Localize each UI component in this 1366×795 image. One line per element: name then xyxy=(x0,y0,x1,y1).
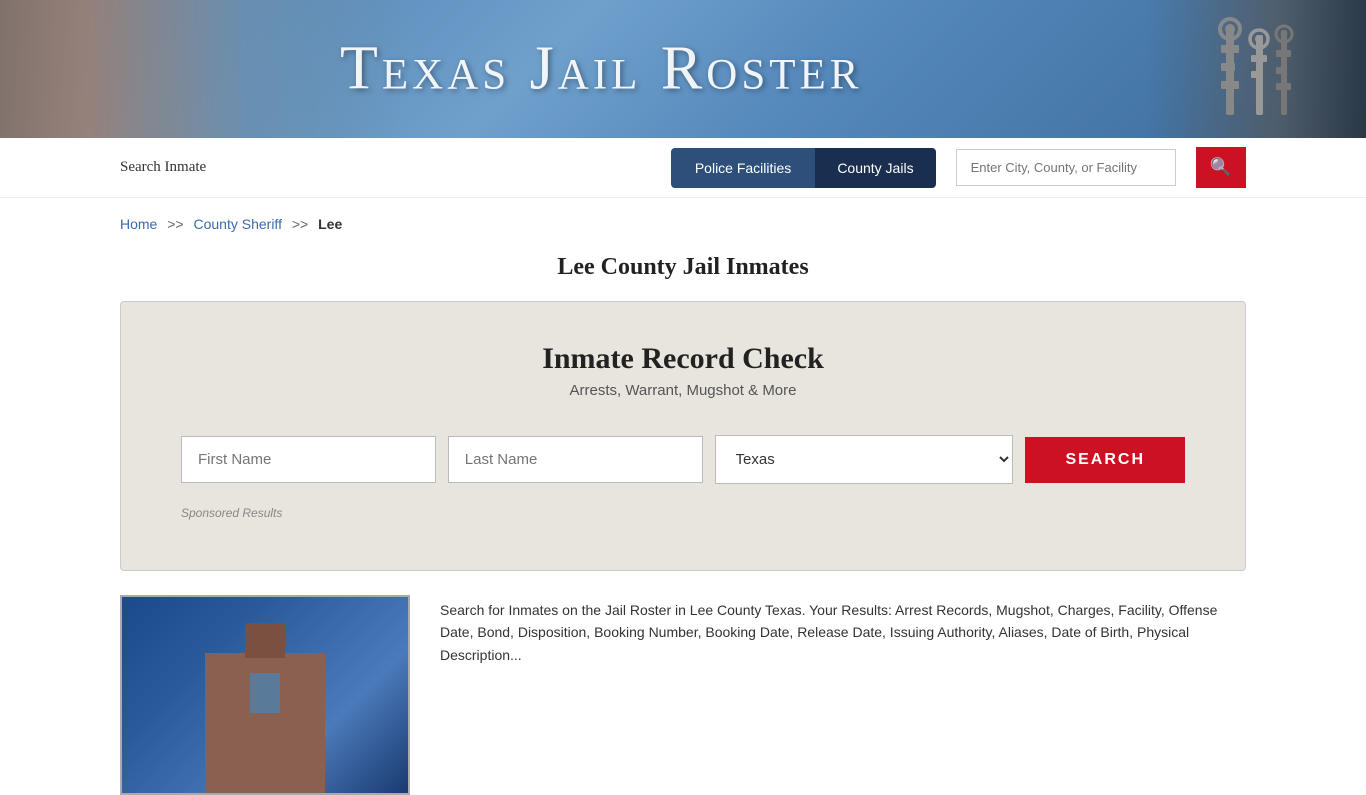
breadcrumb-county-sheriff[interactable]: County Sheriff xyxy=(194,216,282,232)
keys-visual xyxy=(1156,10,1356,130)
site-title: Texas Jail Roster xyxy=(340,34,862,105)
facility-search-button[interactable]: 🔍 xyxy=(1196,147,1246,188)
breadcrumb-sep1: >> xyxy=(167,216,183,232)
nav-buttons: Police Facilities County Jails xyxy=(671,148,936,188)
page-title: Lee County Jail Inmates xyxy=(0,254,1366,281)
last-name-input[interactable] xyxy=(448,436,703,483)
bottom-section: Search for Inmates on the Jail Roster in… xyxy=(120,595,1246,795)
first-name-input[interactable] xyxy=(181,436,436,483)
breadcrumb-current: Lee xyxy=(318,216,342,232)
state-select[interactable]: AlabamaAlaskaArizonaArkansasCaliforniaCo… xyxy=(715,435,1014,484)
navbar: Search Inmate Police Facilities County J… xyxy=(0,138,1366,198)
nav-search-inmate-label: Search Inmate xyxy=(120,159,206,176)
irc-form-row: AlabamaAlaskaArizonaArkansasCaliforniaCo… xyxy=(181,435,1185,484)
inmate-record-box: Inmate Record Check Arrests, Warrant, Mu… xyxy=(120,301,1246,571)
police-facilities-button[interactable]: Police Facilities xyxy=(671,148,815,188)
keys-icon xyxy=(1166,15,1346,125)
breadcrumb-sep2: >> xyxy=(292,216,308,232)
facility-search-input[interactable] xyxy=(956,149,1176,186)
bottom-description: Search for Inmates on the Jail Roster in… xyxy=(440,595,1246,666)
header-banner: Texas Jail Roster xyxy=(0,0,1366,138)
building-silhouette xyxy=(205,653,325,793)
breadcrumb-home[interactable]: Home xyxy=(120,216,157,232)
county-building-image xyxy=(120,595,410,795)
county-jails-button[interactable]: County Jails xyxy=(815,148,935,188)
sponsored-results-label: Sponsored Results xyxy=(181,506,1185,520)
irc-subtitle: Arrests, Warrant, Mugshot & More xyxy=(181,382,1185,399)
irc-title: Inmate Record Check xyxy=(181,342,1185,376)
irc-search-button[interactable]: SEARCH xyxy=(1025,437,1185,483)
breadcrumb: Home >> County Sheriff >> Lee xyxy=(0,198,1366,240)
search-icon: 🔍 xyxy=(1210,157,1232,178)
